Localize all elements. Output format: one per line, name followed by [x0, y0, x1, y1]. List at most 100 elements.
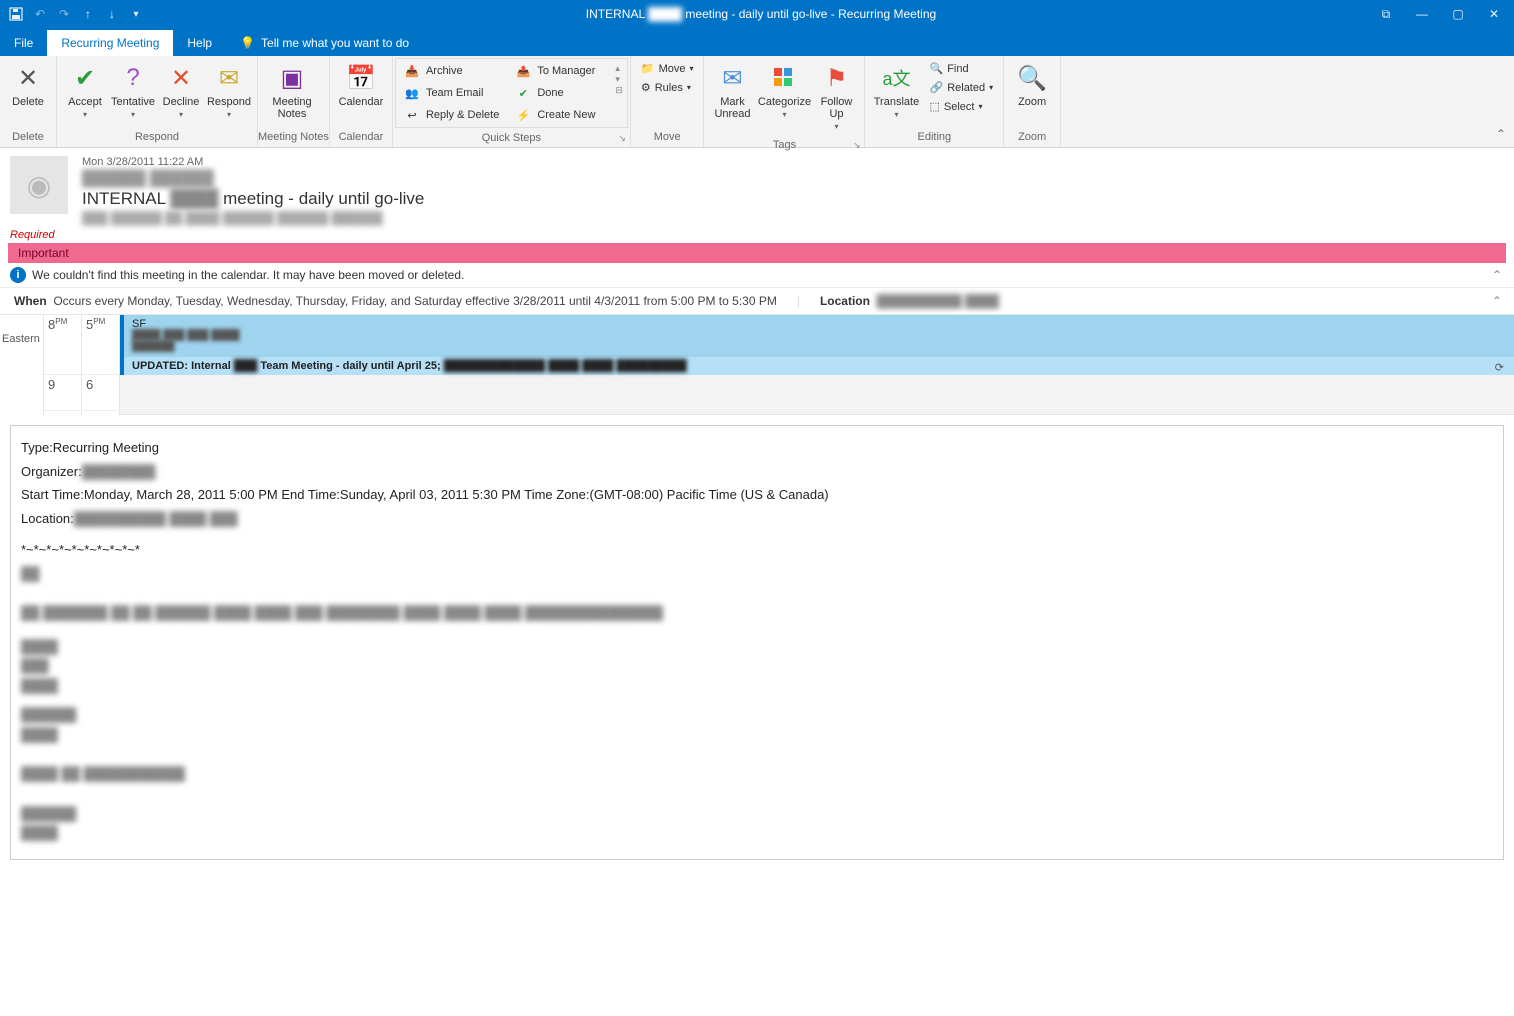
qs-scroll-up-icon[interactable]: ▴ — [615, 63, 623, 74]
info-icon: i — [10, 267, 26, 283]
qs-create-new[interactable]: ⚡Create New — [509, 105, 609, 125]
qs-expand-icon[interactable]: ⊟ — [615, 85, 623, 96]
categorize-button[interactable]: Categorize▾ — [758, 60, 810, 121]
qat-customize-icon[interactable]: ▾ — [128, 6, 144, 22]
tab-file[interactable]: File — [0, 30, 47, 56]
timezone-label: Eastern — [0, 315, 43, 347]
message-date: Mon 3/28/2011 11:22 AM — [82, 156, 1504, 168]
decline-x-icon: ✕ — [165, 62, 197, 94]
maximize-icon[interactable]: ▢ — [1450, 6, 1466, 22]
find-icon: 🔍 — [929, 62, 943, 75]
follow-up-button[interactable]: ⚑ Follow Up▾ — [814, 60, 858, 133]
tab-recurring-meeting[interactable]: Recurring Meeting — [47, 30, 173, 56]
to-manager-icon: 📤 — [515, 63, 531, 79]
related-icon: 🔗 — [929, 81, 943, 94]
info-bar: i We couldn't find this meeting in the c… — [0, 263, 1514, 287]
ribbon-collapse-icon[interactable]: ⌃ — [1496, 127, 1506, 141]
avatar: ◉ — [10, 156, 68, 214]
qs-scroll-down-icon[interactable]: ▾ — [615, 74, 623, 85]
select-button[interactable]: ⬚Select ▾ — [925, 98, 997, 115]
group-label-tags: Tags↘ — [704, 137, 864, 155]
done-icon: ✔ — [515, 85, 531, 101]
qs-reply-delete[interactable]: ↩Reply & Delete — [398, 105, 505, 125]
message-subject: INTERNAL ████ meeting - daily until go-l… — [82, 189, 1504, 209]
check-icon: ✔ — [69, 62, 101, 94]
message-header: ◉ Mon 3/28/2011 11:22 AM ██████ ██████ I… — [0, 148, 1514, 229]
time-column-right: 5PM 6 — [82, 315, 120, 415]
calendar-button[interactable]: 📅 Calendar — [336, 60, 386, 110]
titlebar: ↶ ↷ ↑ ↓ ▾ INTERNAL ████ meeting - daily … — [0, 0, 1514, 28]
flag-icon: ⚑ — [820, 62, 852, 94]
message-recipients: ███ ██████ ██ ████ ██████ ██████ ██████ — [82, 211, 1504, 225]
lightbulb-icon: 💡 — [240, 36, 255, 50]
info-collapse-icon[interactable]: ⌃ — [1492, 268, 1502, 282]
categorize-icon — [768, 62, 800, 94]
info-text: We couldn't find this meeting in the cal… — [32, 268, 464, 282]
group-label-zoom: Zoom — [1004, 129, 1060, 147]
group-label-quicksteps: Quick Steps↘ — [393, 130, 630, 148]
calendar-event-1[interactable]: SF ████ ███ ███ ████ ██████ — [120, 315, 1514, 357]
accept-button[interactable]: ✔ Accept▾ — [63, 60, 107, 121]
qs-team-email[interactable]: 👥Team Email — [398, 83, 505, 103]
move-icon: 📁 — [641, 62, 655, 75]
qs-archive[interactable]: 📥Archive — [398, 61, 505, 81]
delete-button[interactable]: ✕ Delete — [6, 60, 50, 110]
qs-to-manager[interactable]: 📤To Manager — [509, 61, 609, 81]
translate-icon: a文 — [880, 62, 912, 94]
group-label-calendar: Calendar — [330, 129, 392, 147]
move-button[interactable]: 📁Move ▾ — [637, 60, 698, 77]
recurring-icon: ⟳ — [1495, 361, 1504, 374]
mark-unread-button[interactable]: ✉ Mark Unread — [710, 60, 754, 122]
minimize-icon[interactable]: — — [1414, 6, 1430, 22]
window-popup-icon[interactable]: ⧉ — [1378, 6, 1394, 22]
save-icon[interactable] — [8, 6, 24, 22]
time-column-left: 8PM 9 — [44, 315, 82, 415]
ribbon: ✕ Delete Delete ✔ Accept▾ ? Tentative▾ ✕… — [0, 56, 1514, 148]
zoom-button[interactable]: 🔍 Zoom — [1010, 60, 1054, 110]
group-label-notes: Meeting Notes — [258, 129, 329, 147]
reply-delete-icon: ↩ — [404, 107, 420, 123]
team-email-icon: 👥 — [404, 85, 420, 101]
related-button[interactable]: 🔗Related ▾ — [925, 79, 997, 96]
group-label-delete: Delete — [0, 129, 56, 147]
question-icon: ? — [117, 62, 149, 94]
tab-help[interactable]: Help — [173, 30, 226, 56]
tags-launcher-icon[interactable]: ↘ — [853, 140, 861, 151]
qs-done[interactable]: ✔Done — [509, 83, 609, 103]
translate-button[interactable]: a文 Translate▾ — [871, 60, 921, 121]
calendar-empty-slot[interactable] — [120, 375, 1514, 415]
tentative-button[interactable]: ? Tentative▾ — [111, 60, 155, 121]
arrow-up-icon[interactable]: ↑ — [80, 6, 96, 22]
tell-me-search[interactable]: 💡 Tell me what you want to do — [226, 30, 423, 56]
calendar-icon: 📅 — [345, 62, 377, 94]
group-label-respond: Respond — [57, 129, 257, 147]
important-bar: Important — [8, 243, 1506, 263]
close-icon[interactable]: ✕ — [1486, 6, 1502, 22]
rules-button[interactable]: ⚙Rules ▾ — [637, 79, 698, 96]
arrow-down-icon[interactable]: ↓ — [104, 6, 120, 22]
message-from: ██████ ██████ — [82, 170, 1504, 187]
window-title: INTERNAL ████ meeting - daily until go-l… — [144, 7, 1378, 21]
zoom-icon: 🔍 — [1016, 62, 1048, 94]
when-bar: When Occurs every Monday, Tuesday, Wedne… — [0, 287, 1514, 314]
mark-unread-icon: ✉ — [716, 62, 748, 94]
message-body[interactable]: Type:Recurring Meeting Organizer:███████… — [10, 425, 1504, 860]
undo-icon[interactable]: ↶ — [32, 6, 48, 22]
onenote-icon: ▣ — [276, 62, 308, 94]
qs-launcher-icon[interactable]: ↘ — [618, 133, 626, 144]
decline-button[interactable]: ✕ Decline▾ — [159, 60, 203, 121]
find-button[interactable]: 🔍Find — [925, 60, 997, 77]
required-label: Required — [0, 229, 1514, 241]
calendar-preview: Eastern 8PM 9 5PM 6 SF ████ ███ ███ ████… — [0, 314, 1514, 415]
when-collapse-icon[interactable]: ⌃ — [1492, 294, 1502, 308]
group-label-editing: Editing — [865, 129, 1003, 147]
select-icon: ⬚ — [929, 100, 939, 113]
create-new-icon: ⚡ — [515, 107, 531, 123]
respond-button[interactable]: ✉ Respond▾ — [207, 60, 251, 121]
menubar: File Recurring Meeting Help 💡 Tell me wh… — [0, 28, 1514, 56]
redo-icon[interactable]: ↷ — [56, 6, 72, 22]
delete-x-icon: ✕ — [12, 62, 44, 94]
group-label-move: Move — [631, 129, 704, 147]
calendar-event-2[interactable]: UPDATED: Internal ███ Team Meeting - dai… — [120, 357, 1514, 375]
meeting-notes-button[interactable]: ▣ Meeting Notes — [264, 60, 320, 122]
